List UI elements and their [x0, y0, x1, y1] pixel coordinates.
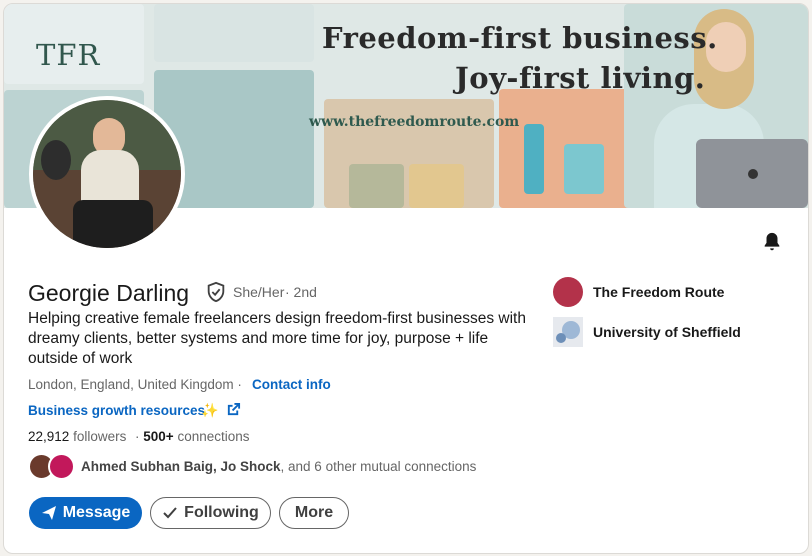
- message-button[interactable]: Message: [29, 497, 142, 529]
- bell-icon[interactable]: [761, 231, 783, 253]
- tfr-logo: TFR: [22, 16, 132, 82]
- profile-avatar[interactable]: [29, 96, 185, 252]
- profile-location: London, England, United Kingdom ·: [28, 377, 242, 392]
- connections-separator: ·: [135, 429, 140, 444]
- followers-count[interactable]: 22,912 followers: [28, 429, 126, 444]
- mutual-names: Ahmed Subhan Baig, Jo Shock: [81, 459, 281, 474]
- org-name: University of Sheffield: [593, 324, 741, 340]
- banner-headline-1: Freedom-first business.: [322, 21, 718, 55]
- followers-label: followers: [73, 429, 127, 444]
- profile-name: Georgie Darling: [28, 280, 190, 306]
- following-button[interactable]: Following: [150, 497, 271, 529]
- check-icon: [163, 507, 177, 519]
- connections-label: connections: [177, 429, 250, 444]
- profile-card: TFR Freedom-first business. Joy-first li…: [3, 3, 809, 554]
- freedom-route-logo: [553, 277, 583, 307]
- followers-number: 22,912: [28, 429, 70, 444]
- mutual-suffix: , and 6 other mutual connections: [280, 459, 477, 474]
- send-icon: [41, 506, 56, 520]
- connections-count[interactable]: · 500+ connections: [135, 429, 250, 444]
- org-the-freedom-route[interactable]: The Freedom Route: [553, 277, 793, 307]
- more-label: More: [294, 504, 334, 521]
- following-label: Following: [184, 504, 259, 521]
- pronouns: She/Her: [233, 284, 285, 300]
- banner-headline-2: Joy-first living.: [455, 61, 706, 95]
- more-button[interactable]: More: [279, 497, 349, 529]
- profile-headline: Helping creative female freelancers desi…: [28, 310, 526, 367]
- sparkle-icon: ✨: [201, 402, 219, 418]
- message-label: Message: [62, 504, 131, 521]
- verified-shield-icon[interactable]: [205, 281, 227, 303]
- contact-info-link[interactable]: Contact info: [252, 377, 331, 392]
- apple-logo-icon: [748, 169, 758, 179]
- business-resources-link[interactable]: Business growth resources: [28, 403, 205, 418]
- external-link-icon[interactable]: [226, 402, 241, 417]
- org-university-of-sheffield[interactable]: University of Sheffield: [553, 317, 793, 347]
- mutual-connections[interactable]: Ahmed Subhan Baig, Jo Shock, and 6 other…: [81, 459, 476, 474]
- tfr-logo-text: TFR: [36, 38, 101, 72]
- banner-url: www.thefreedomroute.com: [309, 114, 520, 130]
- university-logo: [553, 317, 583, 347]
- connection-degree: · 2nd: [285, 284, 317, 300]
- org-name: The Freedom Route: [593, 284, 725, 300]
- mutual-avatar-2[interactable]: [48, 453, 75, 480]
- connections-number: 500+: [143, 429, 174, 444]
